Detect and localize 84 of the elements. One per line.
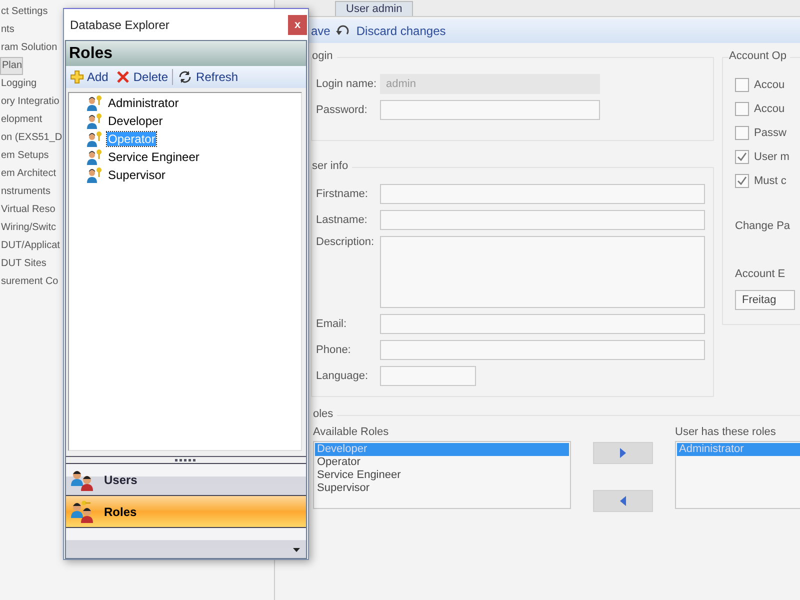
splitter-grip-icon[interactable] [175, 458, 197, 462]
field-label: Firstname: [316, 188, 369, 200]
tree-item[interactable]: Wiring/Switc [0, 219, 56, 237]
list-label: User has these roles [675, 426, 777, 438]
field-label: Language: [316, 370, 369, 382]
right-arrow-icon [620, 448, 626, 458]
input-field[interactable] [380, 340, 705, 360]
tree-item[interactable]: em Architect [0, 165, 56, 183]
tree-item[interactable]: em Setups [0, 147, 49, 165]
checkbox[interactable] [735, 150, 749, 164]
field-label: Description: [316, 236, 376, 248]
discard-changes-button[interactable]: Discard changes [356, 24, 446, 38]
tree-item[interactable]: on (EXS51_D [0, 129, 62, 147]
field-label: Lastname: [316, 214, 368, 226]
person-key-icon [87, 131, 103, 147]
tree-item[interactable]: ram Solution [0, 39, 58, 57]
tree-item[interactable]: ct Settings [0, 3, 48, 21]
tree-item[interactable]: surement Co [0, 273, 58, 291]
add-button[interactable]: Add [70, 70, 108, 84]
group-legend: ser info [312, 160, 352, 172]
tree-item[interactable]: Virtual Reso [0, 201, 56, 219]
add-role-button[interactable] [593, 442, 653, 464]
group-legend: oles [313, 408, 338, 420]
field-label: Phone: [316, 344, 352, 356]
checkbox[interactable] [735, 78, 749, 92]
field-label: Login name: [316, 78, 376, 90]
person-key-icon [87, 113, 103, 129]
tree-item[interactable]: elopment [0, 111, 42, 129]
list-item[interactable]: Service Engineer [315, 469, 569, 482]
group-legend: Account Op [729, 50, 790, 62]
input-field[interactable] [380, 314, 705, 334]
checkbox-label: User m [754, 151, 790, 163]
input-field[interactable] [380, 210, 705, 230]
checkbox[interactable] [735, 102, 749, 116]
input-field[interactable] [380, 100, 600, 120]
panel-header: Roles [66, 41, 306, 66]
date-picker[interactable]: Freitag [735, 290, 795, 310]
close-button[interactable]: x [288, 14, 307, 34]
checkbox-label: Passw [754, 127, 786, 139]
left-arrow-icon [620, 496, 626, 506]
refresh-button[interactable]: Refresh [177, 69, 238, 85]
tree-item[interactable]: nstruments [0, 183, 50, 201]
checkbox-label: Accou [754, 79, 785, 91]
tree-item[interactable]: DUT/Applicat [0, 237, 60, 255]
undo-icon [336, 25, 350, 37]
tree-item[interactable]: ory Integratio [0, 93, 60, 111]
window-title: Database Explorer [70, 18, 170, 32]
checkbox[interactable] [735, 126, 749, 140]
save-button[interactable]: ave [311, 24, 330, 38]
list-item[interactable]: Supervisor [315, 482, 569, 495]
person-key-icon [87, 95, 103, 111]
remove-role-button[interactable] [593, 490, 653, 512]
role-item[interactable]: Developer [107, 114, 164, 128]
field-label: Password: [316, 104, 368, 116]
navigation-button[interactable]: Users [66, 463, 306, 495]
checkbox-label: Accou [754, 103, 785, 115]
input-field[interactable] [380, 184, 705, 204]
tree-item[interactable]: nts [0, 21, 14, 39]
tree-item[interactable]: Plan [0, 57, 24, 75]
field-label: Change Pa [735, 220, 792, 232]
field-label: Account E [735, 268, 786, 280]
role-item[interactable]: Administrator [107, 96, 180, 110]
caret-icon[interactable] [293, 548, 300, 552]
delete-button[interactable]: Delete [116, 70, 168, 84]
document-tab[interactable]: User admin [335, 1, 414, 16]
input-field[interactable] [380, 366, 476, 386]
role-item[interactable]: Supervisor [107, 168, 166, 182]
role-item[interactable]: Service Engineer [107, 150, 200, 164]
input-field[interactable] [380, 236, 705, 308]
group-legend: ogin [312, 50, 337, 62]
checkbox-label: Must c [754, 175, 786, 187]
users-key-icon [70, 500, 96, 524]
list-item[interactable]: Operator [315, 456, 569, 469]
list-label: Available Roles [313, 426, 390, 438]
field-label: Email: [316, 318, 348, 330]
person-key-icon [87, 149, 103, 165]
tree-item[interactable]: DUT Sites [0, 255, 46, 273]
tree-item[interactable]: Logging [0, 75, 37, 93]
delete-icon [116, 70, 130, 84]
navigation-button[interactable]: Roles [66, 495, 306, 527]
refresh-icon [177, 69, 194, 85]
person-key-icon [87, 167, 103, 183]
plus-icon [70, 70, 84, 84]
checkbox[interactable] [735, 174, 749, 188]
